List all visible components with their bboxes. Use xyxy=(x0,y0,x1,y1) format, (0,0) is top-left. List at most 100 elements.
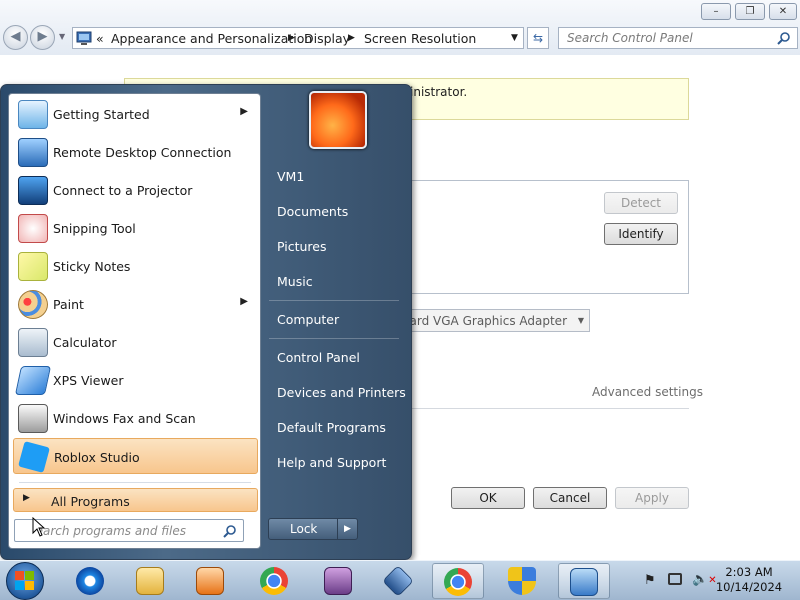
start-link-user[interactable]: VM1 xyxy=(277,169,304,184)
start-link-documents[interactable]: Documents xyxy=(277,204,348,219)
address-dropdown-icon[interactable]: ▼ xyxy=(511,33,518,43)
start-link-devices-printers[interactable]: Devices and Printers xyxy=(277,385,406,400)
clock-date: 10/14/2024 xyxy=(715,580,783,594)
program-snipping-tool[interactable]: Snipping Tool xyxy=(13,210,258,246)
taskbar-chrome[interactable] xyxy=(248,563,300,599)
start-search-input[interactable]: Search programs and files xyxy=(14,519,244,542)
breadcrumb-appearance[interactable]: Appearance and Personalization xyxy=(111,31,312,46)
info-bar-text: inistrator. xyxy=(410,85,468,99)
maximize-button[interactable]: ❐ xyxy=(735,3,765,20)
start-link-music[interactable]: Music xyxy=(277,274,313,289)
start-link-computer[interactable]: Computer xyxy=(277,312,339,327)
ok-button[interactable]: OK xyxy=(451,487,525,509)
separator xyxy=(19,482,251,483)
program-label: XPS Viewer xyxy=(53,373,124,388)
address-bar[interactable]: « Appearance and Personalization ▶ Displ… xyxy=(72,27,524,49)
program-remote-desktop[interactable]: Remote Desktop Connection xyxy=(13,134,258,170)
program-paint[interactable]: Paint ▶ xyxy=(13,286,258,322)
submenu-arrow-icon[interactable]: ▶ xyxy=(240,106,248,117)
taskbar-clock[interactable]: 2:03 AM 10/14/2024 xyxy=(704,565,794,595)
taskbar-internet-explorer[interactable] xyxy=(64,563,116,599)
program-xps-viewer[interactable]: XPS Viewer xyxy=(13,362,258,398)
taskbar-virtualbox[interactable] xyxy=(372,563,424,599)
close-button[interactable]: ✕ xyxy=(769,3,797,20)
start-link-control-panel[interactable]: Control Panel xyxy=(277,350,360,365)
calculator-icon xyxy=(18,328,48,357)
divider xyxy=(410,408,689,409)
network-icon[interactable] xyxy=(668,573,682,585)
adapter-value: andard VGA Graphics Adapter xyxy=(386,314,567,328)
taskbar-chrome-active[interactable] xyxy=(432,563,484,599)
program-connect-projector[interactable]: Connect to a Projector xyxy=(13,172,258,208)
taskbar-winrar[interactable] xyxy=(312,563,364,599)
remote-display-icon xyxy=(570,568,598,596)
program-label: Roblox Studio xyxy=(54,450,140,465)
back-button[interactable]: ◀ xyxy=(3,25,28,50)
start-menu-programs-pane: Getting Started ▶ Remote Desktop Connect… xyxy=(8,93,261,549)
breadcrumb-screen-resolution[interactable]: Screen Resolution xyxy=(364,31,476,46)
lock-label: Lock xyxy=(290,522,318,536)
apply-button[interactable]: Apply xyxy=(615,487,689,509)
minimize-button[interactable]: – xyxy=(701,3,731,20)
all-programs-label: All Programs xyxy=(51,494,130,509)
control-panel-icon xyxy=(76,31,92,45)
search-icon xyxy=(223,525,236,538)
taskbar-media-player[interactable] xyxy=(184,563,236,599)
start-orb-button[interactable] xyxy=(6,562,44,600)
virtualbox-icon xyxy=(382,565,414,597)
expand-arrow-icon: ▶ xyxy=(23,493,30,503)
file-explorer-icon xyxy=(136,567,164,595)
program-sticky-notes[interactable]: Sticky Notes xyxy=(13,248,258,284)
submenu-arrow-icon[interactable]: ▶ xyxy=(240,296,248,307)
start-link-help-support[interactable]: Help and Support xyxy=(277,455,386,470)
recent-pages-icon[interactable]: ▼ xyxy=(59,32,65,41)
breadcrumb-display[interactable]: Display xyxy=(304,31,350,46)
program-fax-scan[interactable]: Windows Fax and Scan xyxy=(13,400,258,436)
all-programs-button[interactable]: ▶ All Programs xyxy=(13,488,258,512)
user-picture-avatar[interactable] xyxy=(309,91,367,149)
search-control-panel-input[interactable]: Search Control Panel xyxy=(558,27,798,49)
identify-button[interactable]: Identify xyxy=(604,223,678,245)
mouse-cursor-icon xyxy=(32,517,46,537)
refresh-icon[interactable]: ⇆ xyxy=(527,27,549,49)
separator xyxy=(269,300,399,301)
search-icon xyxy=(777,32,790,45)
fax-icon xyxy=(18,404,48,433)
sticky-notes-icon xyxy=(18,252,48,281)
flag-icon[interactable]: ⚑ xyxy=(644,573,656,588)
projector-icon xyxy=(18,176,48,205)
breadcrumb-separator-icon[interactable]: ▶ xyxy=(288,33,295,43)
start-search-placeholder: Search programs and files xyxy=(28,524,186,538)
program-label: Getting Started xyxy=(53,107,150,122)
breadcrumb-overflow[interactable]: « xyxy=(96,31,104,46)
start-link-default-programs[interactable]: Default Programs xyxy=(277,420,386,435)
start-link-pictures[interactable]: Pictures xyxy=(277,239,327,254)
detect-button[interactable]: Detect xyxy=(604,192,678,214)
forward-button[interactable]: ▶ xyxy=(30,25,55,50)
lock-button[interactable]: Lock ▶ xyxy=(268,518,358,540)
program-label: Calculator xyxy=(53,335,117,350)
shutdown-options-arrow-icon[interactable]: ▶ xyxy=(337,519,357,539)
chrome-icon xyxy=(444,568,472,596)
program-label: Sticky Notes xyxy=(53,259,131,274)
taskbar-security-shield[interactable] xyxy=(496,563,548,599)
program-label: Remote Desktop Connection xyxy=(53,145,232,160)
paint-palette-icon xyxy=(18,290,48,319)
program-getting-started[interactable]: Getting Started ▶ xyxy=(13,96,258,132)
taskbar-file-explorer[interactable] xyxy=(124,563,176,599)
cancel-button[interactable]: Cancel xyxy=(533,487,607,509)
taskbar: ⚑ 🔈✕ 2:03 AM 10/14/2024 xyxy=(0,560,800,600)
start-menu: Getting Started ▶ Remote Desktop Connect… xyxy=(0,84,412,560)
chevron-down-icon: ▼ xyxy=(577,316,584,325)
roblox-studio-icon xyxy=(18,441,50,473)
scissors-icon xyxy=(18,214,48,243)
separator xyxy=(269,338,399,339)
program-roblox-studio[interactable]: Roblox Studio xyxy=(13,438,258,474)
advanced-settings-link[interactable]: Advanced settings xyxy=(592,385,703,399)
taskbar-remote-display[interactable] xyxy=(558,563,610,599)
remote-desktop-icon xyxy=(18,138,48,167)
breadcrumb-separator-icon[interactable]: ▶ xyxy=(348,33,355,43)
program-calculator[interactable]: Calculator xyxy=(13,324,258,360)
winrar-icon xyxy=(324,567,352,595)
window-chrome: – ❐ ✕ ◀ ▶ ▼ « Appearance and Personaliza… xyxy=(0,0,800,55)
